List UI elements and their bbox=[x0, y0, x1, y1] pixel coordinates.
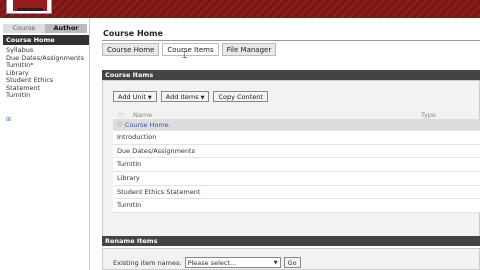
go-button[interactable]: Go bbox=[283, 257, 301, 268]
tab-author[interactable]: Author bbox=[45, 24, 87, 33]
row-name[interactable]: Library bbox=[117, 172, 140, 186]
main-content: Course Home Course Home Course Items Fil… bbox=[100, 18, 480, 270]
tab-course-home[interactable]: Course Home bbox=[102, 43, 160, 56]
sidebar-item-turnitin[interactable]: TurnItIn bbox=[3, 91, 89, 100]
sidebar-tabs: Course Author bbox=[3, 24, 87, 33]
top-banner bbox=[0, 0, 480, 18]
items-toolbar: Add Unit ▼ Add Items ▼ Copy Content bbox=[113, 91, 268, 102]
course-items-header: Course Items bbox=[102, 70, 480, 80]
chevron-down-icon: ▼ bbox=[147, 95, 152, 101]
expand-icon[interactable]: ⊞ bbox=[6, 116, 11, 123]
sidebar-item-course-home[interactable]: Course Home bbox=[3, 35, 89, 45]
table-row[interactable]: Due Dates/Assignments bbox=[113, 144, 480, 159]
add-items-button[interactable]: Add Items ▼ bbox=[160, 91, 210, 102]
item-name-select-value: Please select... bbox=[187, 259, 237, 267]
page-title: Course Home bbox=[103, 29, 163, 38]
rename-label: Existing item names: bbox=[113, 258, 182, 267]
sidebar-list: Course Home Syllabus Due Dates/Assignmen… bbox=[3, 35, 89, 100]
copy-content-button[interactable]: Copy Content bbox=[213, 91, 268, 102]
row-name[interactable]: Due Dates/Assignments bbox=[117, 145, 195, 159]
table-header: ♡ Name Type bbox=[113, 110, 480, 120]
add-unit-label: Add Unit bbox=[118, 93, 146, 101]
title-divider bbox=[102, 40, 480, 41]
row-name[interactable]: Student Ethics Statement bbox=[117, 186, 200, 200]
table-row[interactable]: ♡ Course Home bbox=[113, 120, 480, 131]
tab-course[interactable]: Course bbox=[3, 24, 45, 33]
rename-items-panel: Existing item names: Please select... ▼ … bbox=[102, 248, 480, 270]
tab-file-manager[interactable]: File Manager bbox=[221, 43, 277, 56]
row-name: ♡ Course Home bbox=[117, 120, 169, 131]
table-row[interactable]: Introduction bbox=[113, 131, 480, 145]
column-type[interactable]: Type bbox=[421, 110, 436, 120]
item-name-select[interactable]: Please select... ▼ bbox=[184, 257, 281, 268]
course-items-panel: Add Unit ▼ Add Items ▼ Copy Content ♡ Name… bbox=[102, 80, 480, 238]
items-table: ♡ Name Type ♡ Course Home Introduction Du… bbox=[113, 110, 480, 214]
rename-items-header: Rename Items bbox=[102, 236, 480, 246]
tab-course-items[interactable]: Course Items bbox=[162, 43, 219, 56]
add-unit-button[interactable]: Add Unit ▼ bbox=[113, 91, 157, 102]
row-name[interactable]: TurnItIn bbox=[117, 199, 141, 213]
table-row[interactable]: TurnItIn bbox=[113, 158, 480, 173]
table-row[interactable]: TurnItIn bbox=[113, 199, 480, 214]
folder-icon: ♡ bbox=[117, 121, 123, 129]
chevron-down-icon: ▼ bbox=[200, 95, 205, 101]
table-row[interactable]: Library bbox=[113, 172, 480, 186]
sidebar: Course Author Course Home Syllabus Due D… bbox=[0, 18, 90, 270]
add-items-label: Add Items bbox=[165, 93, 199, 101]
logo-bar bbox=[17, 8, 43, 11]
table-row[interactable]: Student Ethics Statement bbox=[113, 185, 480, 200]
row-name[interactable]: TurnItIn bbox=[117, 158, 141, 172]
row-name[interactable]: Introduction bbox=[117, 131, 156, 145]
mouse-cursor-icon: ⌶ bbox=[182, 51, 188, 61]
chevron-down-icon: ▼ bbox=[273, 260, 278, 266]
institution-logo[interactable] bbox=[6, 0, 52, 14]
column-name[interactable]: Name bbox=[133, 110, 152, 120]
rename-row: Existing item names: Please select... ▼ … bbox=[113, 257, 301, 268]
main-tabs: Course Home Course Items File Manager bbox=[102, 43, 277, 56]
row-name-text[interactable]: Course Home bbox=[125, 121, 169, 129]
